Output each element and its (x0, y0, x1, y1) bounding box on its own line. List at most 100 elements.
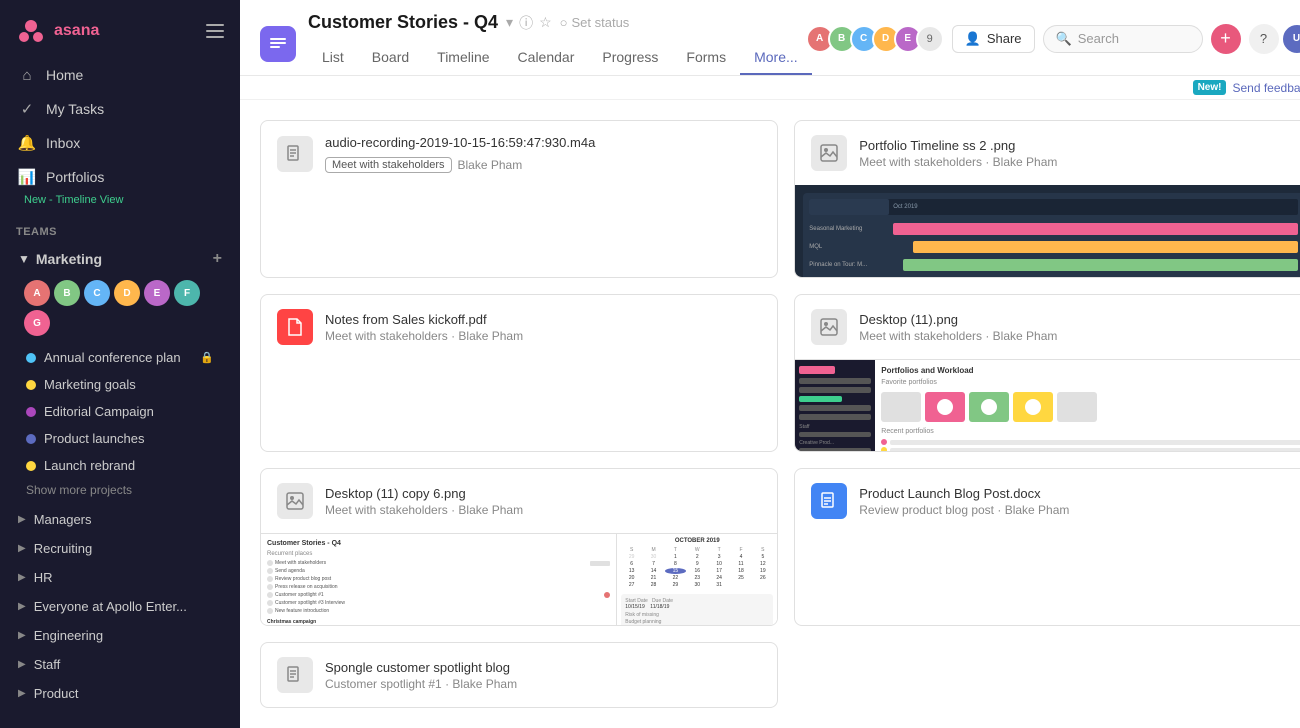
chevron-right-icon: ▶ (18, 572, 26, 583)
info-icon[interactable]: ⓘ (519, 13, 533, 33)
search-bar[interactable]: 🔍 Search (1043, 25, 1203, 53)
tab-board[interactable]: Board (358, 41, 423, 75)
team-group-product[interactable]: ▶ Product (8, 679, 232, 708)
file-card-desktop-copy[interactable]: Desktop (11) copy 6.png Meet with stakeh… (260, 468, 778, 626)
sidebar-item-label: Portfolios (46, 169, 104, 185)
team-group-everyone[interactable]: ▶ Everyone at Apollo Enter... (8, 592, 232, 621)
star-icon[interactable]: ☆ (539, 14, 552, 31)
set-status[interactable]: ○ Set status (560, 15, 630, 30)
share-button[interactable]: 👤 Share (952, 25, 1035, 53)
add-team-icon[interactable]: + (213, 250, 222, 268)
help-button[interactable]: ? (1249, 24, 1279, 54)
file-card-audio[interactable]: audio-recording-2019-10-15-16:59:47:930.… (260, 120, 778, 278)
sidebar: asana ⌂ Home ✓ My Tasks 🔔 Inbox 📊 Portfo… (0, 0, 240, 728)
user-avatar[interactable]: U (1281, 23, 1300, 55)
team-groups: ▶ Managers ▶ Recruiting ▶ HR ▶ Everyone … (0, 505, 240, 708)
file-icon (277, 657, 313, 693)
file-name: Desktop (11) copy 6.png (325, 486, 761, 501)
sidebar-item-my-tasks[interactable]: ✓ My Tasks (8, 92, 232, 126)
portfolios-badge: New - Timeline View (8, 194, 232, 214)
sidebar-item-label: My Tasks (46, 101, 104, 117)
tab-list[interactable]: List (308, 41, 358, 75)
project-name: Launch rebrand (44, 458, 135, 473)
tab-more[interactable]: More... (740, 41, 812, 75)
file-icon (277, 483, 313, 519)
tab-bar: List Board Timeline Calendar Progress Fo… (308, 41, 812, 75)
project-item-product-launches[interactable]: Product launches (16, 425, 224, 452)
file-info: Product Launch Blog Post.docx Review pro… (859, 486, 1295, 517)
avatar: G (24, 310, 50, 336)
project-dot (26, 434, 36, 444)
sidebar-item-inbox[interactable]: 🔔 Inbox (8, 126, 232, 160)
sidebar-item-home[interactable]: ⌂ Home (8, 58, 232, 92)
hamburger-menu[interactable] (206, 24, 224, 38)
marketing-team-header[interactable]: ▼ Marketing + (8, 242, 232, 276)
file-card-spongle-blog[interactable]: Spongle customer spotlight blog Customer… (260, 642, 778, 708)
team-group-name: Managers (34, 512, 92, 527)
project-item-launch-rebrand[interactable]: Launch rebrand (16, 452, 224, 479)
topbar-right: A B C D E 9 👤 Share 🔍 Search + ? U (812, 23, 1300, 65)
file-meta: Meet with stakeholders · Blake Pham (859, 329, 1295, 343)
avatar: C (84, 280, 110, 306)
share-icon: 👤 (965, 31, 981, 47)
file-meta: Review product blog post · Blake Pham (859, 503, 1295, 517)
add-button[interactable]: + (1211, 24, 1241, 54)
chevron-down-icon[interactable]: ▾ (506, 14, 513, 31)
check-icon: ✓ (18, 100, 36, 118)
timeline-row: Seasonal Marketing (809, 221, 1297, 237)
chevron-right-icon: ▶ (18, 688, 26, 699)
portfolios-icon: 📊 (18, 168, 36, 186)
chevron-right-icon: ▶ (18, 659, 26, 670)
team-group-hr[interactable]: ▶ HR (8, 563, 232, 592)
team-group-recruiting[interactable]: ▶ Recruiting (8, 534, 232, 563)
tab-calendar[interactable]: Calendar (504, 41, 589, 75)
file-card-portfolio-timeline[interactable]: Portfolio Timeline ss 2 .png Meet with s… (794, 120, 1300, 278)
file-card-product-blog[interactable]: Product Launch Blog Post.docx Review pro… (794, 468, 1300, 626)
team-group-name: Engineering (34, 628, 103, 643)
team-name: Marketing (36, 251, 102, 267)
project-name: Product launches (44, 431, 144, 446)
project-item-editorial-campaign[interactable]: Editorial Campaign (16, 398, 224, 425)
main-area: Customer Stories - Q4 ▾ ⓘ ☆ ○ Set status… (240, 0, 1300, 728)
project-item-marketing-goals[interactable]: Marketing goals (16, 371, 224, 398)
show-more-projects[interactable]: Show more projects (8, 479, 232, 505)
project-icon (260, 26, 296, 62)
search-placeholder: Search (1078, 31, 1119, 46)
avatar: A (24, 280, 50, 306)
tab-timeline[interactable]: Timeline (423, 41, 503, 75)
team-group-managers[interactable]: ▶ Managers (8, 505, 232, 534)
send-feedback-link[interactable]: Send feedback (1232, 81, 1300, 95)
sidebar-item-label: Inbox (46, 135, 80, 151)
tab-progress[interactable]: Progress (588, 41, 672, 75)
file-name: audio-recording-2019-10-15-16:59:47:930.… (325, 135, 761, 150)
file-card-header: Portfolio Timeline ss 2 .png Meet with s… (795, 121, 1300, 185)
sidebar-item-portfolios[interactable]: 📊 Portfolios (8, 160, 232, 194)
team-group-staff[interactable]: ▶ Staff (8, 650, 232, 679)
search-icon: 🔍 (1056, 31, 1072, 47)
team-group-name: Product (34, 686, 79, 701)
feedback-bar: New! Send feedback (240, 76, 1300, 100)
file-card-desktop-11[interactable]: Desktop (11).png Meet with stakeholders … (794, 294, 1300, 452)
file-name: Spongle customer spotlight blog (325, 660, 761, 675)
file-info: audio-recording-2019-10-15-16:59:47:930.… (325, 135, 761, 173)
file-info: Desktop (11) copy 6.png Meet with stakeh… (325, 486, 761, 517)
topbar: Customer Stories - Q4 ▾ ⓘ ☆ ○ Set status… (240, 0, 1300, 76)
calendar-preview: Customer Stories - Q4 Recurrent places M… (261, 533, 777, 626)
team-avatar-list: A B C D E F G (8, 276, 232, 344)
project-item-annual-conference[interactable]: Annual conference plan 🔒 (16, 344, 224, 371)
file-meta: Customer spotlight #1 · Blake Pham (325, 677, 761, 691)
set-status-label: Set status (572, 15, 630, 30)
team-group-name: Recruiting (34, 541, 93, 556)
file-card-notes-pdf[interactable]: Notes from Sales kickoff.pdf Meet with s… (260, 294, 778, 452)
project-dot (26, 380, 36, 390)
file-card-header: Product Launch Blog Post.docx Review pro… (795, 469, 1300, 533)
project-title-row: Customer Stories - Q4 ▾ ⓘ ☆ ○ Set status (308, 12, 812, 33)
file-icon (811, 309, 847, 345)
file-info: Desktop (11).png Meet with stakeholders … (859, 312, 1295, 343)
tab-forms[interactable]: Forms (672, 41, 740, 75)
project-dot (26, 461, 36, 471)
team-group-engineering[interactable]: ▶ Engineering (8, 621, 232, 650)
file-card-header: audio-recording-2019-10-15-16:59:47:930.… (261, 121, 777, 187)
timeline-row: Creative Production Se... (809, 275, 1297, 278)
file-tag: Meet with stakeholders (325, 157, 452, 173)
